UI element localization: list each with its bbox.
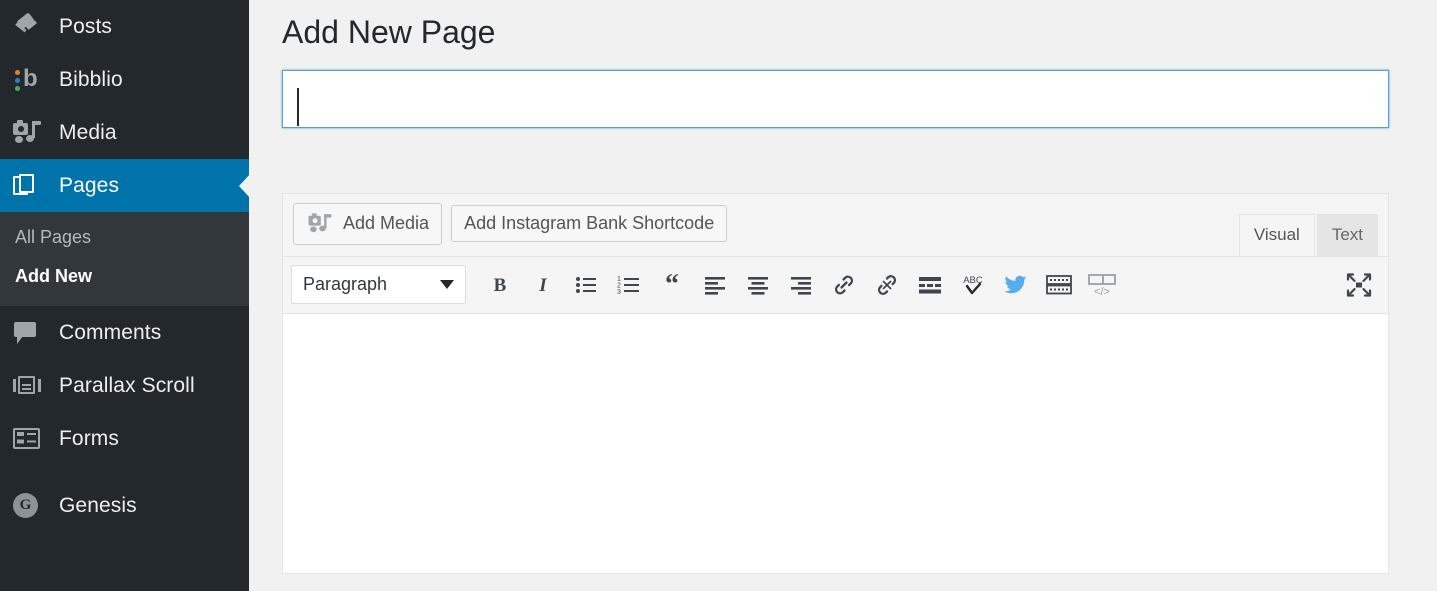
sidebar-item-genesis[interactable]: G Genesis <box>0 479 249 532</box>
tab-text[interactable]: Text <box>1316 213 1378 257</box>
bold-button[interactable]: B <box>478 263 521 306</box>
editor-toolbar: Paragraph B I 1 2 3 “ ABC </> <box>283 255 1388 313</box>
chevron-down-icon <box>440 280 454 290</box>
editor-media-bar: Add Media Add Instagram Bank Shortcode V… <box>283 194 1388 257</box>
svg-text:“: “ <box>665 274 679 296</box>
blockquote-icon: “ <box>665 274 679 296</box>
add-media-button[interactable]: Add Media <box>293 202 443 245</box>
numbered-list-button[interactable]: 1 2 3 <box>607 263 650 306</box>
slider-icon <box>13 375 55 397</box>
editor-content-area[interactable] <box>283 312 1388 573</box>
sidebar-item-posts[interactable]: Posts <box>0 0 249 53</box>
format-select-value: Paragraph <box>303 274 388 295</box>
read-more-button[interactable] <box>908 263 951 306</box>
shortcode-icon: </> <box>1087 273 1116 297</box>
sidebar-item-label: Posts <box>59 14 113 38</box>
sidebar-item-media[interactable]: Media <box>0 106 249 159</box>
link-icon <box>834 275 853 294</box>
genesis-icon: G <box>13 493 55 518</box>
comment-icon <box>13 321 55 345</box>
fullscreen-icon <box>1346 272 1371 297</box>
add-instagram-bank-shortcode-button[interactable]: Add Instagram Bank Shortcode <box>451 204 728 243</box>
page-title: Add New Page <box>282 14 496 50</box>
spellcheck-icon: ABC <box>963 275 982 294</box>
keyboard-shortcuts-icon <box>1045 274 1072 294</box>
numbered-list-icon: 1 2 3 <box>617 276 639 295</box>
bibblio-icon: b <box>13 66 55 92</box>
align-center-icon <box>747 276 768 295</box>
sidebar-item-label: Bibblio <box>59 67 123 91</box>
wordpress-admin: Posts b Bibblio Media Pages All Pages Ad… <box>0 0 1437 591</box>
sidebar-item-comments[interactable]: Comments <box>0 306 249 359</box>
media-icon <box>13 119 55 146</box>
right-gutter <box>1423 0 1437 591</box>
admin-sidebar: Posts b Bibblio Media Pages All Pages Ad… <box>0 0 249 591</box>
align-right-button[interactable] <box>779 263 822 306</box>
sidebar-separator <box>0 465 249 479</box>
text-cursor <box>297 88 299 126</box>
shortcode-button[interactable]: </> <box>1080 263 1123 306</box>
post-editor: Add Media Add Instagram Bank Shortcode V… <box>282 192 1389 574</box>
spellcheck-button[interactable]: ABC <box>951 263 994 306</box>
sidebar-item-forms[interactable]: Forms <box>0 412 249 465</box>
svg-text:3: 3 <box>617 289 621 295</box>
tab-visual[interactable]: Visual <box>1238 213 1315 257</box>
align-left-button[interactable] <box>693 263 736 306</box>
page-title-input[interactable] <box>282 69 1389 128</box>
fullscreen-button[interactable] <box>1337 263 1380 306</box>
svg-text:B: B <box>493 275 506 296</box>
sidebar-item-label: Genesis <box>59 493 137 517</box>
add-media-label: Add Media <box>343 212 430 233</box>
bulleted-list-button[interactable] <box>564 263 607 306</box>
sidebar-item-bibblio[interactable]: b Bibblio <box>0 53 249 106</box>
sidebar-item-label: Forms <box>59 426 119 450</box>
read-more-icon <box>918 276 941 294</box>
svg-text:</>: </> <box>1094 286 1110 297</box>
align-right-icon <box>790 276 811 295</box>
sidebar-item-pages[interactable]: Pages <box>0 159 249 212</box>
unlink-button[interactable] <box>865 263 908 306</box>
main-content: Add New Page Add Media Add Instagram Ban… <box>249 0 1437 591</box>
twitter-icon <box>1004 275 1027 293</box>
align-center-button[interactable] <box>736 263 779 306</box>
link-button[interactable] <box>822 263 865 306</box>
pages-icon <box>13 173 55 199</box>
italic-icon: I <box>538 275 547 296</box>
blockquote-button[interactable]: “ <box>650 263 693 306</box>
bulleted-list-icon <box>575 276 596 293</box>
keyboard-shortcuts-button[interactable] <box>1037 263 1080 306</box>
bold-icon: B <box>493 275 506 296</box>
media-icon <box>308 212 332 234</box>
submenu-item-all-pages[interactable]: All Pages <box>0 218 249 257</box>
pin-icon <box>13 11 55 40</box>
unlink-icon <box>877 274 896 295</box>
twitter-button[interactable] <box>994 263 1037 306</box>
sidebar-item-label: Pages <box>59 173 120 197</box>
pages-submenu: All Pages Add New <box>0 212 249 306</box>
title-field-wrapper <box>282 69 1423 128</box>
sidebar-item-label: Media <box>59 120 117 144</box>
sidebar-item-label: Parallax Scroll <box>59 373 195 397</box>
submenu-item-add-new[interactable]: Add New <box>0 257 249 296</box>
align-left-icon <box>704 276 725 295</box>
sidebar-item-parallax-scroll[interactable]: Parallax Scroll <box>0 359 249 412</box>
forms-icon <box>13 427 55 450</box>
format-select[interactable]: Paragraph <box>291 265 466 305</box>
add-instagram-label: Add Instagram Bank Shortcode <box>464 212 715 233</box>
editor-mode-tabs: Visual Text <box>1238 213 1378 257</box>
svg-text:I: I <box>538 275 547 296</box>
sidebar-item-label: Comments <box>59 320 162 344</box>
italic-button[interactable]: I <box>521 263 564 306</box>
